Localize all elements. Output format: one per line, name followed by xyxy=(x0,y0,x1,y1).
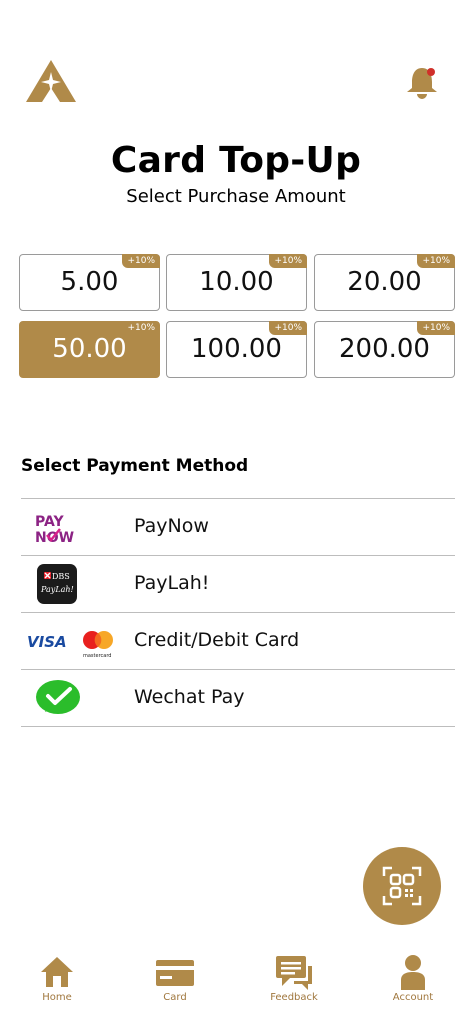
amount-option-100[interactable]: 100.00 +10% xyxy=(166,321,307,378)
feedback-icon xyxy=(276,956,312,990)
bonus-badge: +10% xyxy=(417,254,455,268)
home-icon xyxy=(41,957,73,987)
nav-label: Account xyxy=(392,992,434,1003)
payment-option-paynow[interactable]: PAY NOW PayNow xyxy=(21,499,455,556)
nav-card[interactable]: Card xyxy=(125,950,225,1024)
bonus-badge: +10% xyxy=(269,321,307,335)
page-subtitle: Select Purchase Amount xyxy=(126,186,346,207)
payment-option-label: Credit/Debit Card xyxy=(134,629,300,651)
bonus-badge: +10% xyxy=(269,254,307,268)
notification-bell-icon[interactable] xyxy=(402,64,442,100)
card-icon xyxy=(156,960,194,986)
bottom-navigation: Home Card Feedback Account xyxy=(0,950,472,1024)
payment-option-card[interactable]: VISA mastercard Credit/Debit Card xyxy=(21,613,455,670)
paynow-logo-icon: PAY NOW xyxy=(27,507,123,547)
nav-label: Feedback xyxy=(270,992,318,1003)
amount-option-200[interactable]: 200.00 +10% xyxy=(314,321,455,378)
amount-value: 5.00 xyxy=(60,267,119,297)
dbs-paylah-logo-icon: DBS PayLah! xyxy=(27,564,123,604)
amount-value: 20.00 xyxy=(347,267,422,297)
brand-logo-icon xyxy=(24,58,78,104)
payment-option-paylah[interactable]: DBS PayLah! PayLah! xyxy=(21,556,455,613)
nav-feedback[interactable]: Feedback xyxy=(244,950,344,1024)
payment-method-heading: Select Payment Method xyxy=(21,456,249,476)
amount-value: 10.00 xyxy=(199,267,274,297)
payment-option-label: Wechat Pay xyxy=(134,686,245,708)
amount-option-50[interactable]: 50.00 +10% xyxy=(19,321,160,378)
amount-value: 200.00 xyxy=(339,334,430,364)
svg-text:NOW: NOW xyxy=(35,530,74,546)
account-icon xyxy=(401,955,425,990)
qr-scan-icon xyxy=(382,866,422,906)
svg-text:mastercard: mastercard xyxy=(83,653,111,659)
bonus-badge: +10% xyxy=(122,254,160,268)
amount-value: 50.00 xyxy=(52,334,127,364)
payment-option-label: PayNow xyxy=(134,515,209,537)
scan-qr-button[interactable] xyxy=(363,847,441,925)
payment-option-wechat[interactable]: Wechat Pay xyxy=(21,670,455,727)
payment-option-label: PayLah! xyxy=(134,572,210,594)
bonus-badge: +10% xyxy=(127,323,155,333)
nav-home[interactable]: Home xyxy=(7,950,107,1024)
svg-text:PAY: PAY xyxy=(35,514,64,530)
nav-label: Home xyxy=(42,992,72,1003)
amount-option-10[interactable]: 10.00 +10% xyxy=(166,254,307,311)
svg-text:DBS: DBS xyxy=(52,572,70,581)
nav-label: Card xyxy=(163,992,187,1003)
amount-option-20[interactable]: 20.00 +10% xyxy=(314,254,455,311)
bonus-badge: +10% xyxy=(417,321,455,335)
svg-text:PayLah!: PayLah! xyxy=(40,585,74,594)
page-title: Card Top-Up xyxy=(110,140,362,181)
nav-account[interactable]: Account xyxy=(363,950,463,1024)
visa-mastercard-logo-icon: VISA mastercard xyxy=(27,621,123,661)
payment-method-list: PAY NOW PayNow DBS PayLah! PayLah! VISA xyxy=(21,498,455,727)
svg-text:VISA: VISA xyxy=(27,633,67,651)
wechat-pay-logo-icon xyxy=(27,678,123,718)
amount-value: 100.00 xyxy=(191,334,282,364)
amount-option-5[interactable]: 5.00 +10% xyxy=(19,254,160,311)
